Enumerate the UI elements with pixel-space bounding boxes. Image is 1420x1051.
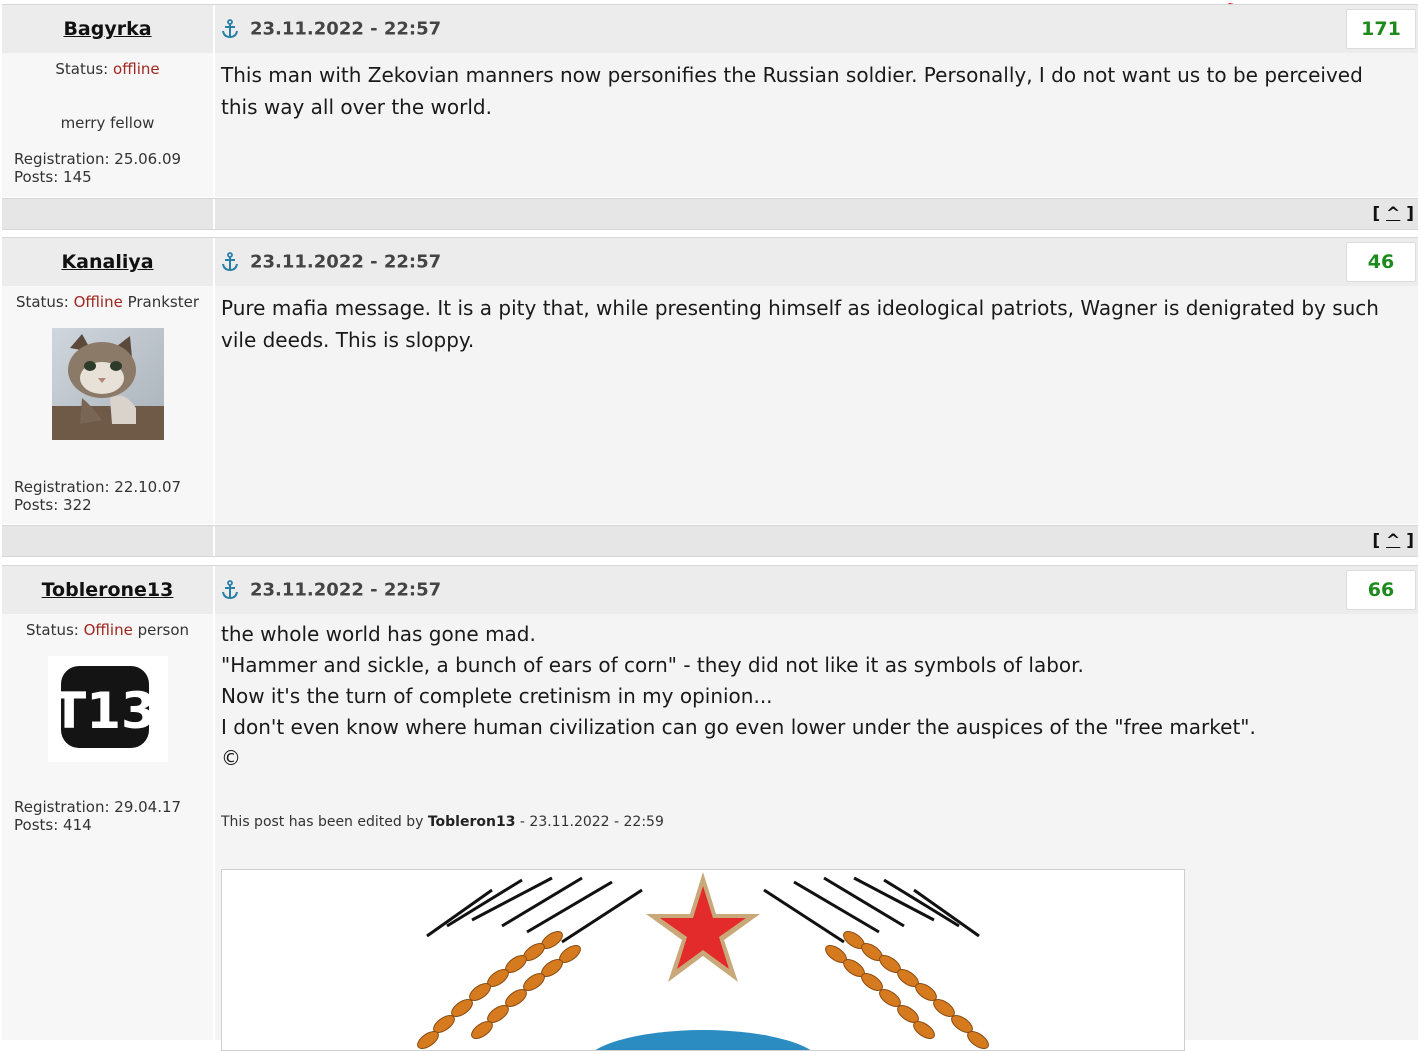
status-value: Offline (83, 621, 133, 639)
anchor-icon[interactable] (221, 580, 239, 600)
rating-badge[interactable]: 171 (1346, 9, 1416, 49)
author-info: Status: offline merry fellow Registratio… (2, 53, 215, 197)
rating-badge[interactable]: 66 (1346, 570, 1416, 610)
post-text: This man with Zekovian manners now perso… (221, 63, 1363, 119)
post-header: Kanaliya 23.11.2022 - 22:57 46 (2, 237, 1418, 287)
t13-logo-avatar: T13 (48, 656, 168, 762)
post-date: 23.11.2022 - 22:57 (250, 251, 442, 273)
author-info: Status: Offline person T13 Registration:… (2, 614, 215, 1040)
status-line: Status: offline (55, 60, 160, 78)
member-title: person (137, 621, 190, 639)
post-line: the whole world has gone mad. (221, 622, 536, 646)
anchor-icon[interactable] (221, 19, 239, 39)
post-content: This man with Zekovian manners now perso… (215, 53, 1418, 197)
post-content: Pure mafia message. It is a pity that, w… (215, 286, 1418, 524)
post-date: 23.11.2022 - 22:57 (250, 18, 442, 40)
registration-info: Registration: 25.06.09 Posts: 145 (14, 150, 182, 186)
author-name[interactable]: Kanaliya (2, 238, 213, 286)
member-title: Prankster (127, 293, 200, 311)
status-value: Offline (73, 293, 123, 311)
status-line: Status: Offline person (25, 621, 190, 639)
post-footer: [ ^ ] (2, 198, 1418, 230)
soviet-emblem-image (221, 869, 1185, 1051)
post-date: 23.11.2022 - 22:57 (250, 579, 442, 601)
back-to-top-link[interactable]: [ ^ ] (1372, 531, 1414, 551)
author-name[interactable]: Toblerone13 (2, 566, 213, 614)
t13-logo-text: T13 (52, 682, 156, 740)
status-value: offline (113, 60, 160, 78)
post-body-row: Status: Offline Prankster Registration: … (2, 286, 1418, 524)
post-footer: [ ^ ] (2, 525, 1418, 557)
post-header: Bagyrka 23.11.2022 - 22:57 171 (2, 4, 1418, 54)
post-body-row: Status: Offline person T13 Registration:… (2, 614, 1418, 1051)
post-line: "Hammer and sickle, a bunch of ears of c… (221, 653, 1084, 677)
cat-avatar (52, 328, 164, 440)
post-line: Now it's the turn of complete cretinism … (221, 684, 773, 708)
member-note: merry fellow (60, 114, 155, 132)
edit-note: This post has been edited by Tobleron13 … (221, 814, 664, 830)
registration-info: Registration: 22.10.07 Posts: 322 (14, 478, 182, 514)
back-to-top-link[interactable]: [ ^ ] (1372, 204, 1414, 224)
post-header: Toblerone13 23.11.2022 - 22:57 66 (2, 565, 1418, 615)
author-info: Status: Offline Prankster Registration: … (2, 286, 215, 524)
post-line: I don't even know where human civilizati… (221, 715, 1256, 739)
registration-info: Registration: 29.04.17 Posts: 414 (14, 798, 182, 834)
anchor-icon[interactable] (221, 252, 239, 272)
post-body-row: Status: offline merry fellow Registratio… (2, 53, 1418, 197)
post-text: the whole world has gone mad. "Hammer an… (221, 619, 1400, 774)
edit-user: Tobleron13 (427, 814, 516, 830)
author-name[interactable]: Bagyrka (2, 5, 213, 53)
rating-badge[interactable]: 46 (1346, 242, 1416, 282)
copyright-mark: © (221, 746, 241, 770)
post-content: the whole world has gone mad. "Hammer an… (215, 614, 1418, 1051)
status-line: Status: Offline Prankster (15, 293, 200, 311)
post-text: Pure mafia message. It is a pity that, w… (221, 296, 1379, 352)
